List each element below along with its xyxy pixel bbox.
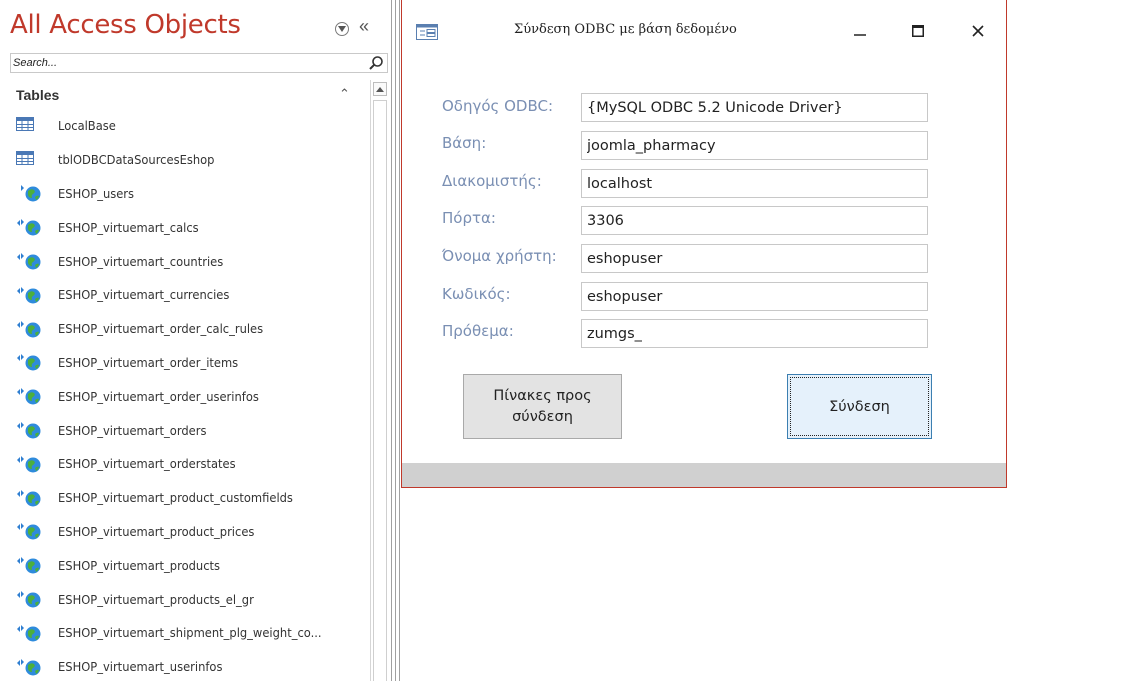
nav-object-item[interactable]: ESHOP_virtuemart_order_userinfos [16,379,366,413]
shutter-bar-collapse-icon[interactable]: « [359,14,369,38]
nav-object-item[interactable]: ESHOP_virtuemart_shipment_plg_weight_co.… [16,616,366,650]
prefix-field[interactable] [581,319,928,348]
linked-odbc-table-icon [16,218,42,236]
scroll-up-arrow-icon[interactable] [373,82,387,96]
close-icon[interactable] [965,18,991,44]
form-title: Σύνδεση ODBC με βάση δεδομένο [514,22,737,37]
scrollbar-thumb[interactable] [373,100,387,681]
nav-pane-title[interactable]: All Access Objects [10,10,241,40]
search-icon[interactable] [368,55,384,71]
nav-object-item[interactable]: ESHOP_virtuemart_products [16,548,366,582]
nav-object-label: ESHOP_virtuemart_order_items [58,354,239,370]
database-label: Βάση: [442,134,487,152]
nav-object-item[interactable]: ESHOP_virtuemart_product_prices [16,515,366,549]
linked-odbc-table-icon [16,421,42,439]
odbc-connect-form: Σύνδεση ODBC με βάση δεδομένο Οδηγός ODB… [401,0,1007,488]
pane-splitter[interactable] [391,0,400,681]
server-field[interactable] [581,169,928,198]
nav-object-label: ESHOP_virtuemart_currencies [58,287,230,303]
maximize-icon[interactable] [905,18,931,44]
linked-odbc-table-icon [16,353,42,371]
nav-object-item[interactable]: ESHOP_virtuemart_orders [16,413,366,447]
object-list: LocalBase tblODBCDataSourcesEshop ESHOP_us… [16,109,366,681]
nav-object-label: ESHOP_virtuemart_product_prices [58,523,255,539]
nav-object-label: ESHOP_virtuemart_shipment_plg_weight_co.… [58,625,322,641]
nav-search-box [10,53,388,73]
nav-object-label: ESHOP_virtuemart_order_calc_rules [58,321,264,337]
nav-object-item[interactable]: LocalBase [16,109,366,143]
linked-odbc-table-icon [16,658,42,676]
linked-odbc-table-icon [16,455,42,473]
group-header-tables[interactable]: Tables [16,87,59,103]
nav-object-label: ESHOP_virtuemart_products_el_gr [58,591,254,607]
connect-button-label: Σύνδεση [829,398,890,415]
navigation-pane: All Access Objects « Tables ⌃ LocalBase t… [0,0,390,681]
linked-odbc-table-icon [16,522,42,540]
nav-object-label: tblODBCDataSourcesEshop [58,152,215,168]
nav-object-label: ESHOP_virtuemart_product_customfields [58,490,293,506]
form-icon [416,24,438,40]
username-field[interactable] [581,244,928,273]
password-field[interactable] [581,282,928,311]
tables-to-link-button-label: Πίνακες προς σύνδεση [493,387,592,425]
form-footer-bar [402,463,1006,487]
nav-object-item[interactable]: ESHOP_virtuemart_userinfos [16,650,366,681]
linked-odbc-table-icon [16,184,42,202]
linked-odbc-table-icon [16,286,42,304]
nav-object-label: ESHOP_virtuemart_order_userinfos [58,388,259,404]
nav-object-item[interactable]: tblODBCDataSourcesEshop [16,143,366,177]
local-table-icon [16,150,42,169]
linked-odbc-table-icon [16,489,42,507]
linked-odbc-table-icon [16,624,42,642]
driver-label: Οδηγός ODBC: [442,97,554,115]
server-label: Διακομιστής: [442,172,542,190]
nav-object-label: ESHOP_virtuemart_userinfos [58,659,223,675]
form-titlebar[interactable]: Σύνδεση ODBC με βάση δεδομένο [402,0,1006,62]
password-label: Κωδικός: [442,285,511,303]
nav-object-label: ESHOP_virtuemart_orders [58,422,207,438]
nav-object-label: ESHOP_virtuemart_countries [58,253,224,269]
nav-object-label: LocalBase [58,118,116,134]
linked-odbc-table-icon [16,590,42,608]
nav-object-item[interactable]: ESHOP_virtuemart_product_customfields [16,481,366,515]
nav-object-item[interactable]: ESHOP_users [16,177,366,211]
nav-object-label: ESHOP_users [58,185,135,201]
nav-object-item[interactable]: ESHOP_virtuemart_countries [16,244,366,278]
username-label: Όνομα χρήστη: [442,247,557,265]
nav-object-label: ESHOP_virtuemart_products [58,557,221,573]
nav-object-item[interactable]: ESHOP_virtuemart_products_el_gr [16,582,366,616]
nav-object-item[interactable]: ESHOP_virtuemart_calcs [16,210,366,244]
port-label: Πόρτα: [442,209,496,227]
linked-odbc-table-icon [16,252,42,270]
nav-scrollbar[interactable] [370,80,388,681]
nav-object-item[interactable]: ESHOP_virtuemart_currencies [16,278,366,312]
search-input[interactable] [13,55,353,71]
minimize-icon[interactable] [847,18,873,44]
connect-button[interactable]: Σύνδεση [787,374,932,439]
nav-object-item[interactable]: ESHOP_virtuemart_order_items [16,346,366,380]
linked-odbc-table-icon [16,556,42,574]
nav-menu-dropdown-icon[interactable] [335,22,349,36]
prefix-label: Πρόθεμα: [442,322,514,340]
chevron-up-double-icon[interactable]: ⌃ [339,86,350,102]
driver-field[interactable] [581,93,928,122]
local-table-icon [16,116,42,135]
linked-odbc-table-icon [16,387,42,405]
database-field[interactable] [581,131,928,160]
linked-odbc-table-icon [16,320,42,338]
tables-to-link-button[interactable]: Πίνακες προς σύνδεση [463,374,622,439]
nav-object-item[interactable]: ESHOP_virtuemart_orderstates [16,447,366,481]
nav-object-label: ESHOP_virtuemart_orderstates [58,456,236,472]
nav-object-item[interactable]: ESHOP_virtuemart_order_calc_rules [16,312,366,346]
nav-object-label: ESHOP_virtuemart_calcs [58,219,199,235]
port-field[interactable] [581,206,928,235]
